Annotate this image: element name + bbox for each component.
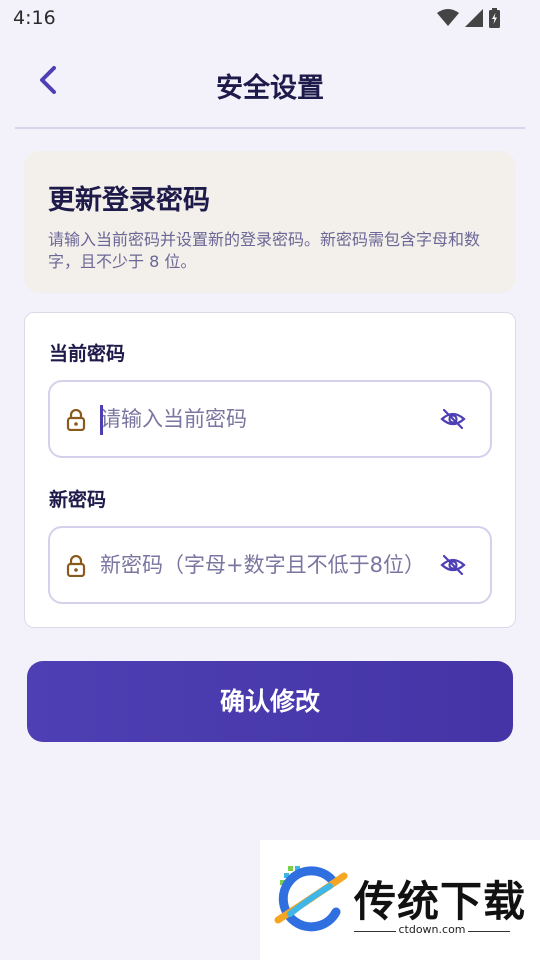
watermark: 传统下载 ctdown.com: [260, 840, 540, 960]
watermark-brand: 传统下载: [354, 877, 527, 926]
lock-icon: [66, 408, 86, 435]
confirm-button[interactable]: 确认修改: [27, 661, 513, 742]
watermark-divider: [468, 931, 510, 932]
info-title: 更新登录密码: [48, 185, 210, 216]
new-password-field[interactable]: 新密码（字母+数字且不低于8位）: [48, 526, 492, 604]
eye-off-icon[interactable]: [440, 407, 466, 435]
header-divider: [15, 127, 525, 129]
current-password-input[interactable]: 请输入当前密码: [100, 382, 420, 456]
signal-icon: [465, 9, 483, 27]
status-time: 4:16: [13, 7, 56, 29]
lock-icon: [66, 554, 86, 581]
info-description: 请输入当前密码并设置新的登录密码。新密码需包含字母和数字，且不少于 8 位。: [48, 230, 481, 271]
current-password-label: 当前密码: [49, 343, 126, 365]
status-icons: [437, 8, 500, 28]
battery-icon: [489, 8, 500, 28]
app-bar: 安全设置: [0, 44, 540, 120]
new-password-input[interactable]: 新密码（字母+数字且不低于8位）: [100, 528, 420, 602]
status-bar: 4:16: [0, 0, 540, 36]
text-cursor: [100, 405, 103, 435]
current-password-field[interactable]: 请输入当前密码: [48, 380, 492, 458]
password-form-card: 当前密码 请输入当前密码 新密码 新密码（字母+数字且不低于8位）: [24, 312, 516, 628]
watermark-logo-icon: [270, 862, 348, 940]
watermark-url: ctdown.com: [398, 923, 466, 936]
wifi-icon: [437, 9, 459, 27]
new-password-label: 新密码: [49, 489, 107, 511]
eye-off-icon[interactable]: [440, 553, 466, 581]
page-title: 安全设置: [216, 73, 324, 104]
info-card: 更新登录密码 请输入当前密码并设置新的登录密码。新密码需包含字母和数字，且不少于…: [24, 151, 516, 293]
